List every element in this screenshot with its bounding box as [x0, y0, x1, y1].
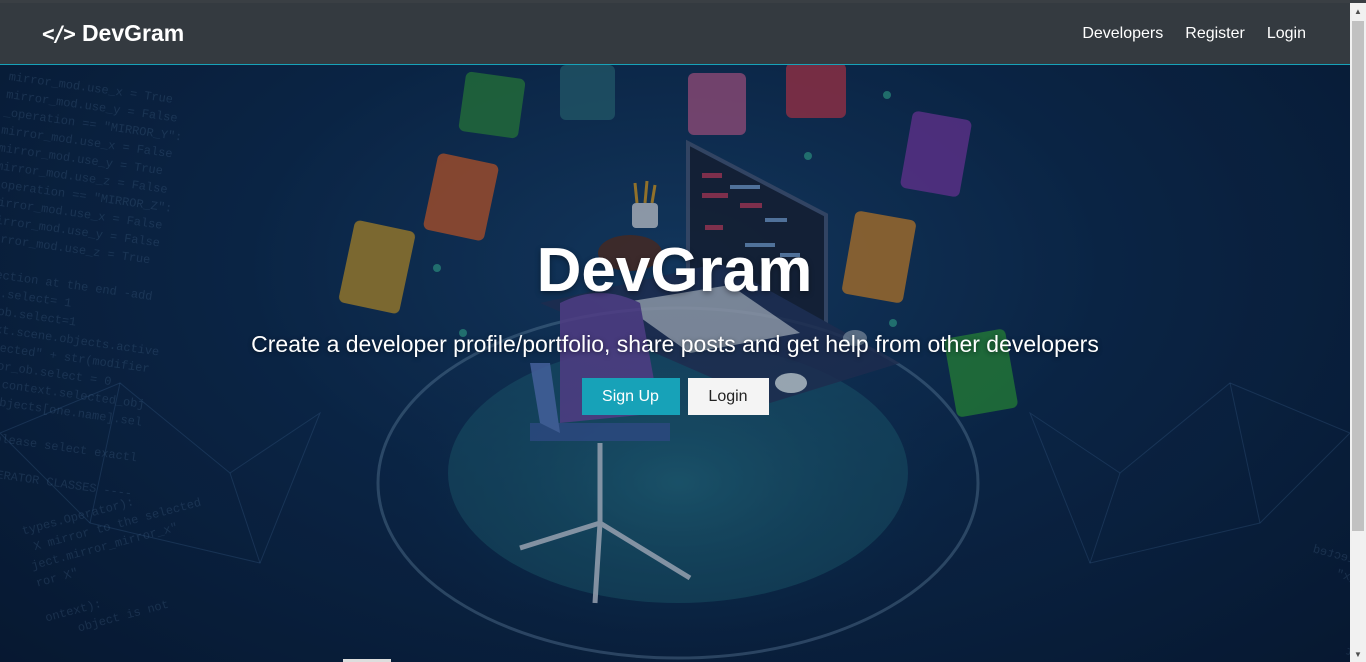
login-button[interactable]: Login — [687, 378, 769, 415]
scroll-down-arrow-icon[interactable]: ▼ — [1350, 646, 1366, 662]
nav-link-login[interactable]: Login — [1267, 25, 1306, 43]
landing-buttons: Sign Up Login — [0, 378, 1350, 415]
code-icon: </> — [42, 21, 76, 46]
sign-up-button[interactable]: Sign Up — [581, 378, 680, 415]
vertical-scrollbar[interactable]: ▲ ▼ — [1350, 3, 1366, 662]
landing-lead: Create a developer profile/portfolio, sh… — [251, 331, 1099, 357]
brand-name: DevGram — [81, 20, 185, 46]
nav-link-developers[interactable]: Developers — [1082, 25, 1163, 43]
scrollbar-thumb[interactable] — [1352, 21, 1364, 531]
nav-link-register[interactable]: Register — [1185, 25, 1245, 43]
nav-links: Developers Register Login — [1082, 25, 1306, 43]
brand-link[interactable]: </> DevGram — [42, 20, 184, 47]
navbar: </> DevGram Developers Register Login — [0, 3, 1350, 65]
landing-inner: DevGram Create a developer profile/portf… — [0, 240, 1350, 415]
scroll-up-arrow-icon[interactable]: ▲ — [1350, 3, 1366, 19]
landing-title: DevGram — [536, 236, 813, 305]
